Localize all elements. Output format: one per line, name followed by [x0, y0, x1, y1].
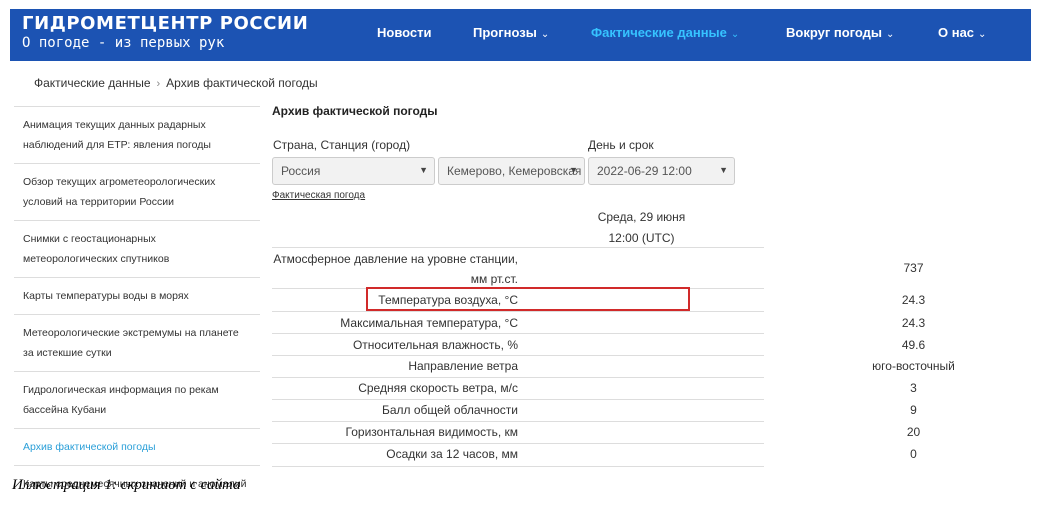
station-select[interactable]: Кемерово, Кемеровская ▼ [438, 157, 585, 185]
row-param: Средняя скорость ветра, м/с [358, 381, 518, 395]
logo-title[interactable]: ГИДРОМЕТЦЕНТР РОССИИ [22, 13, 308, 34]
sidebar-item-satellite-images[interactable]: Снимки с геостационарных метеорологическ… [14, 220, 260, 277]
sidebar-item-radar-animation[interactable]: Анимация текущих данных радарных наблюде… [14, 106, 260, 163]
logo-subtitle: О погоде - из первых рук [22, 35, 225, 51]
breadcrumb-actual-data[interactable]: Фактические данные [34, 76, 151, 90]
row-param: Балл общей облачности [381, 403, 518, 417]
chevron-down-icon: ⌄ [978, 29, 987, 40]
table-row: Осадки за 12 часов, мм 0 [272, 443, 917, 467]
table-row: Средняя скорость ветра, м/с 3 [272, 377, 917, 400]
country-select[interactable]: Россия ▼ [272, 157, 435, 185]
row-value: юго-восточный [872, 359, 955, 373]
row-value: 0 [910, 447, 917, 461]
row-param: Максимальная температура, °C [340, 316, 518, 330]
page-title: Архив фактической погоды [272, 104, 438, 118]
country-station-label: Страна, Станция (город) [273, 138, 411, 152]
chevron-down-icon: ⌄ [730, 29, 740, 40]
nav-actual-data-label: Фактические данные [591, 25, 727, 40]
chevron-down-icon: ▼ [719, 165, 728, 175]
nav-forecasts-label: Прогнозы [473, 25, 537, 40]
chevron-down-icon: ⌄ [540, 29, 550, 40]
row-value: 9 [910, 403, 917, 417]
table-row: Атмосферное давление на уровне станции, … [272, 247, 924, 288]
nav-actual-data[interactable]: Фактические данные ⌄ [591, 25, 739, 40]
chevron-down-icon: ▼ [419, 165, 428, 175]
temperature-highlight-box [366, 287, 690, 311]
row-param: Направление ветра [408, 359, 518, 373]
row-param: Относительная влажность, % [352, 338, 518, 352]
table-row: Горизонтальная видимость, км 20 [272, 421, 920, 444]
sidebar-item-agro-review[interactable]: Обзор текущих агрометеорологических усло… [14, 163, 260, 220]
site-header: ГИДРОМЕТЦЕНТР РОССИИ О погоде - из первы… [10, 9, 1031, 61]
column-header-time: 12:00 (UTC) [608, 231, 675, 245]
row-param: Атмосферное давление на уровне станции, … [273, 252, 518, 286]
table-row: Относительная влажность, % 49.6 [272, 333, 925, 356]
country-select-value: Россия [281, 164, 321, 178]
column-header-date: Среда, 29 июня [597, 210, 686, 224]
row-param: Осадки за 12 часов, мм [386, 447, 518, 461]
sidebar: Анимация текущих данных радарных наблюде… [14, 106, 260, 502]
row-value: 49.6 [901, 338, 926, 352]
nav-about-label: О нас [938, 25, 975, 40]
nav-about[interactable]: О нас ⌄ [938, 25, 986, 40]
sidebar-item-weather-archive[interactable]: Архив фактической погоды [14, 428, 260, 465]
breadcrumb: Фактические данные › Архив фактической пог… [34, 76, 318, 90]
row-value: 3 [910, 381, 917, 395]
actual-weather-link[interactable]: Фактическая погода [272, 190, 365, 201]
row-value: 24.3 [901, 316, 926, 330]
nav-around-weather-label: Вокруг погоды [786, 25, 883, 40]
row-value: 24.3 [901, 293, 926, 307]
station-select-value: Кемерово, Кемеровская [447, 164, 582, 178]
table-row: Направление ветра юго-восточный [272, 355, 955, 378]
nav-news-label: Новости [377, 25, 432, 40]
nav-news[interactable]: Новости [377, 25, 432, 40]
nav-forecasts[interactable]: Прогнозы ⌄ [473, 25, 549, 40]
datetime-select-value: 2022-06-29 12:00 [597, 164, 692, 178]
row-value: 737 [903, 261, 924, 275]
figure-caption: Иллюстрация 1: скриншот с сайта [12, 477, 241, 493]
table-row: Максимальная температура, °C 24.3 [272, 311, 925, 334]
sidebar-item-hydrology-kuban[interactable]: Гидрологическая информация по рекам басс… [14, 371, 260, 428]
sidebar-item-extremes[interactable]: Метеорологические экстремумы на планете … [14, 314, 260, 371]
row-value: 20 [906, 425, 921, 439]
datetime-select[interactable]: 2022-06-29 12:00 ▼ [588, 157, 735, 185]
sidebar-item-sea-temperature[interactable]: Карты температуры воды в морях [14, 277, 260, 314]
table-row: Балл общей облачности 9 [272, 399, 917, 422]
chevron-down-icon: ⌄ [886, 29, 895, 40]
breadcrumb-archive: Архив фактической погоды [166, 76, 318, 90]
date-label: День и срок [588, 138, 654, 152]
row-param: Горизонтальная видимость, км [345, 425, 518, 439]
chevron-down-icon: ▼ [569, 165, 578, 175]
breadcrumb-separator-icon: › [156, 78, 161, 90]
nav-around-weather[interactable]: Вокруг погоды ⌄ [786, 25, 894, 40]
